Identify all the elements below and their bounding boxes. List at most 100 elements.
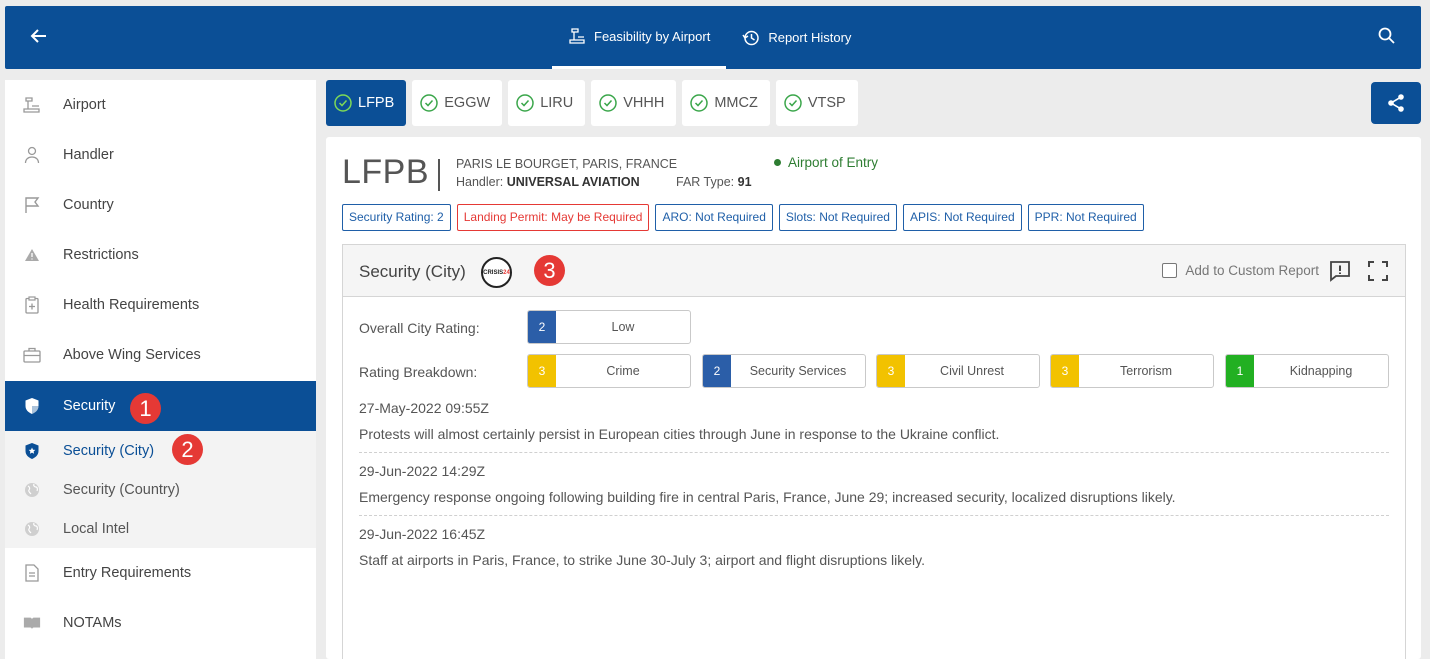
- badge-ppr: PPR: Not Required: [1027, 204, 1144, 231]
- airport-tab-label: VTSP: [807, 95, 846, 111]
- badge-security-rating: Security Rating: 2: [342, 204, 451, 231]
- sidebar-item-airport[interactable]: Airport: [5, 80, 316, 130]
- rating-text: Security Services: [749, 364, 847, 378]
- news-text: Emergency response ongoing following bui…: [359, 489, 1176, 505]
- airport-tab-vtsp[interactable]: VTSP: [775, 80, 858, 126]
- handler-value: UNIVERSAL AVIATION: [506, 175, 640, 189]
- rating-civil-unrest: 3 Civil Unrest: [876, 354, 1040, 388]
- sidebar-item-label: Handler: [63, 147, 114, 163]
- handler-label: Handler:: [456, 175, 504, 189]
- sidebar-item-handler[interactable]: Handler: [5, 130, 316, 180]
- clipboard-plus-icon: [23, 296, 41, 314]
- requirement-badges: Security Rating: 2 Landing Permit: May b…: [342, 204, 1150, 231]
- add-to-custom-report[interactable]: Add to Custom Report: [1162, 263, 1319, 278]
- handler-row: Handler: UNIVERSAL AVIATION: [456, 175, 640, 189]
- badge-apis: APIS: Not Required: [902, 204, 1022, 231]
- panel-header: Security (City) CRISIS 24 3 Add to Custom…: [343, 245, 1405, 297]
- search-icon[interactable]: [1375, 24, 1399, 48]
- rating-text: Terrorism: [1119, 364, 1173, 378]
- airport-tower-icon: [569, 28, 585, 44]
- airport-tab-label: MMCZ: [714, 95, 758, 111]
- rating-breakdown-label: Rating Breakdown:: [359, 364, 478, 380]
- airport-code: LFPB: [342, 153, 430, 191]
- sidebar-subitem-security-city[interactable]: Security (City): [5, 431, 316, 470]
- news-item: 27-May-2022 09:55Z Protests will almost …: [359, 400, 1389, 442]
- airport-tab-liru[interactable]: LIRU: [508, 80, 586, 126]
- tab-feasibility-by-airport[interactable]: Feasibility by Airport: [552, 6, 727, 69]
- divider: [359, 515, 1389, 516]
- far-type-label: FAR Type:: [676, 175, 735, 189]
- sidebar-item-entry-requirements[interactable]: Entry Requirements: [5, 548, 316, 598]
- badge-aro: ARO: Not Required: [655, 204, 773, 231]
- sidebar-item-label: Airport: [63, 97, 106, 113]
- briefcase-icon: [23, 346, 41, 364]
- airport-tab-lfpb[interactable]: LFPB: [326, 80, 407, 126]
- check-circle-icon: [420, 94, 439, 112]
- sidebar-item-label: Health Requirements: [63, 297, 200, 313]
- feedback-icon[interactable]: [1329, 260, 1351, 282]
- share-icon: [1388, 94, 1404, 112]
- check-circle-icon: [516, 94, 534, 112]
- sidebar-item-restrictions[interactable]: Restrictions: [5, 230, 316, 280]
- globe-icon: [23, 520, 41, 538]
- shield-icon: [23, 397, 41, 415]
- rating-value: 3: [528, 355, 556, 387]
- airport-tab-eggw[interactable]: EGGW: [412, 80, 503, 126]
- sidebar-item-notams[interactable]: NOTAMs: [5, 598, 316, 648]
- logo-text-accent: 24: [503, 269, 510, 276]
- sidebar-item-label: Security (Country): [63, 481, 180, 498]
- fullscreen-icon[interactable]: [1367, 260, 1389, 282]
- far-type-value: 91: [737, 175, 752, 189]
- badge-slots: Slots: Not Required: [778, 204, 897, 231]
- step-marker-3: 3: [534, 255, 565, 286]
- rating-text: Civil Unrest: [940, 364, 1004, 378]
- airport-tab-vhhh[interactable]: VHHH: [591, 80, 677, 126]
- sidebar-item-health-requirements[interactable]: Health Requirements: [5, 280, 316, 330]
- sidebar-item-label: NOTAMs: [63, 615, 122, 631]
- custom-report-checkbox[interactable]: [1162, 263, 1178, 278]
- airport-tab-mmcz[interactable]: MMCZ: [682, 80, 770, 126]
- tab-label: Feasibility by Airport: [594, 28, 711, 44]
- tab-label: Report History: [768, 30, 852, 45]
- security-city-panel: Security (City) CRISIS 24 3 Add to Custom…: [342, 244, 1406, 659]
- sidebar-subitem-security-country[interactable]: Security (Country): [5, 470, 316, 509]
- sidebar-item-label: Country: [63, 197, 114, 213]
- logo-text: CRISIS: [483, 269, 504, 276]
- book-icon: [23, 614, 41, 632]
- airport-tabs: LFPB EGGW LIRU VHHH MMCZ VTSP: [326, 80, 864, 126]
- back-arrow-icon[interactable]: [27, 24, 51, 48]
- rating-value: 3: [877, 355, 905, 387]
- sidebar-item-above-wing-services[interactable]: Above Wing Services: [5, 330, 316, 380]
- panel-title: Security (City): [359, 262, 466, 281]
- rating-text: Low: [611, 320, 635, 334]
- news-timestamp: 27-May-2022 09:55Z: [359, 400, 489, 416]
- airport-tab-label: LIRU: [540, 95, 574, 111]
- check-circle-icon: [599, 94, 617, 112]
- rating-kidnapping: 1 Kidnapping: [1225, 354, 1389, 388]
- airport-tab-label: EGGW: [444, 95, 491, 111]
- rating-text: Kidnapping: [1289, 364, 1353, 378]
- sidebar: Airport Handler Country Restrictions Hea…: [5, 80, 316, 659]
- check-circle-icon: [690, 94, 709, 112]
- rating-crime: 3 Crime: [527, 354, 691, 388]
- sidebar-subitem-local-intel[interactable]: Local Intel: [5, 509, 316, 548]
- divider: [359, 452, 1389, 453]
- news-text: Staff at airports in Paris, France, to s…: [359, 552, 925, 568]
- sidebar-item-label: Security (City): [63, 442, 155, 459]
- sidebar-item-label: Above Wing Services: [63, 347, 201, 363]
- globe-icon: [23, 481, 41, 499]
- far-type-row: FAR Type: 91: [676, 175, 752, 189]
- sidebar-item-label: Security: [63, 398, 116, 414]
- overall-rating: 2 Low: [527, 310, 691, 344]
- airport-tab-label: VHHH: [623, 95, 665, 111]
- airport-name: PARIS LE BOURGET, PARIS, FRANCE: [456, 157, 678, 171]
- tab-report-history[interactable]: Report History: [726, 6, 867, 69]
- airport-tower-icon: [23, 96, 41, 114]
- sidebar-item-label: Local Intel: [63, 520, 130, 537]
- crisis24-logo: CRISIS 24: [481, 257, 512, 288]
- sidebar-item-country[interactable]: Country: [5, 180, 316, 230]
- main-content: LFPB PARIS LE BOURGET, PARIS, FRANCE Han…: [326, 137, 1421, 659]
- share-button[interactable]: [1371, 82, 1421, 124]
- flag-icon: [23, 196, 41, 214]
- main-nav: Feasibility by Airport Report History: [552, 6, 867, 69]
